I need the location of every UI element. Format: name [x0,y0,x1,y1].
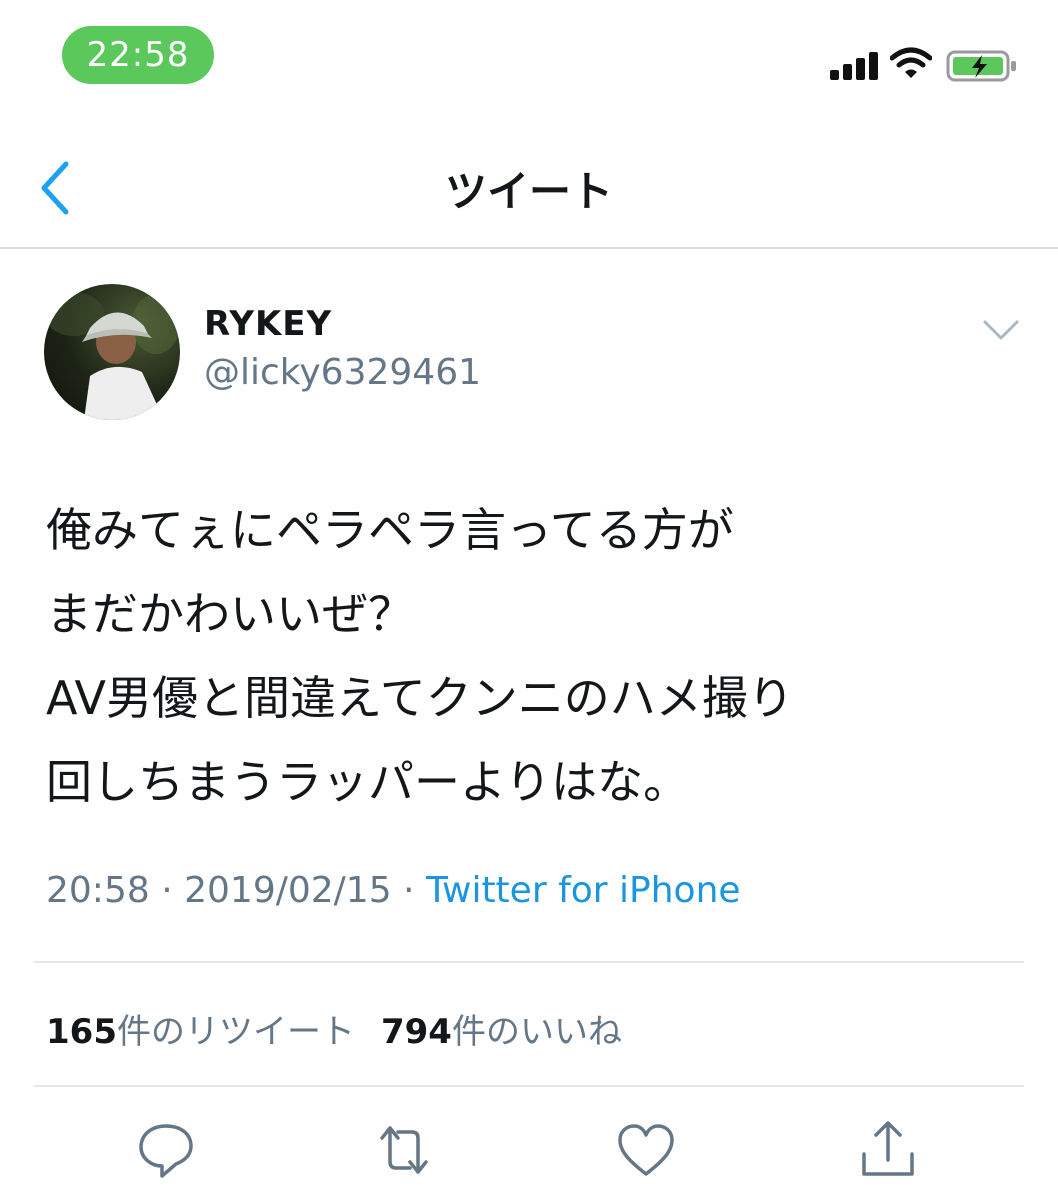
retweet-icon[interactable] [372,1118,436,1182]
tweet-text: 俺みてぇにペラペラ言ってる方が まだかわいいぜ？ AV男優と間違えてクンニのハメ… [46,503,794,809]
status-time: 22:58 [62,26,214,84]
avatar-photo [44,292,180,420]
tweet-meta: 20:58 · 2019/02/15 · Twitter for iPhone [46,870,741,911]
cellular-signal-icon [830,50,878,80]
share-icon[interactable] [856,1118,920,1182]
battery-charging-icon [946,50,1016,82]
reply-icon[interactable] [134,1118,198,1182]
likes-stat[interactable]: 794件のいいね [381,1012,622,1052]
wifi-icon [890,47,932,78]
tweet-date: 2019/02/15 [184,870,392,911]
nav-divider [0,247,1058,249]
avatar[interactable] [44,284,180,420]
like-icon[interactable] [614,1118,678,1182]
user-handle[interactable]: @licky6329461 [204,352,481,393]
divider [34,961,1024,963]
retweets-stat[interactable]: 165件のリツイート [46,1012,355,1052]
meta-separator: · [161,870,173,911]
divider [34,1085,1024,1087]
page-title: ツイート [444,167,613,216]
engagement-stats: 165件のリツイート 794件のいいね [46,1004,622,1053]
likes-count: 794 [380,1012,452,1052]
retweets-count: 165 [46,1012,117,1052]
meta-separator: · [403,870,415,911]
retweets-label: 件のリツイート [116,1012,355,1052]
chevron-down-icon[interactable] [982,318,1020,342]
tweet-source-link[interactable]: Twitter for iPhone [426,870,741,911]
likes-label: 件のいいね [451,1012,622,1052]
tweet-time: 20:58 [46,870,150,911]
display-name[interactable]: RYKEY [204,304,332,344]
